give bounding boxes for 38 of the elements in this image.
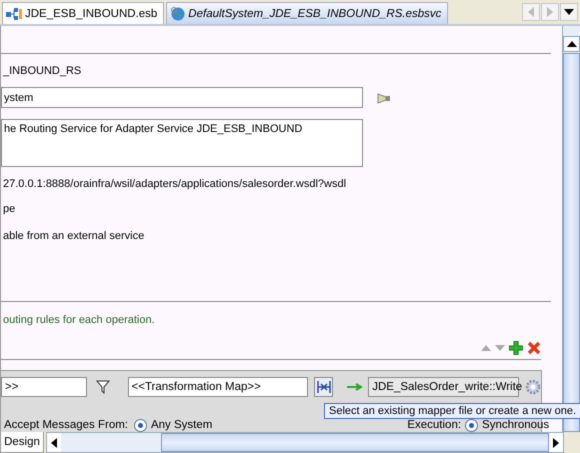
- accept-label: Accept Messages From:: [4, 419, 128, 432]
- radio-label: Synchronous: [482, 419, 550, 432]
- editor-tab[interactable]: DefaultSystem_JDE_ESB_INBOUND_RS.esbsvc: [166, 2, 448, 24]
- filter-icon[interactable]: [96, 380, 110, 394]
- execution-label: Execution:: [407, 419, 462, 432]
- gear-icon[interactable]: [525, 378, 541, 395]
- target-field[interactable]: JDE_SalesOrder_write::Write: [368, 376, 520, 397]
- move-down-icon[interactable]: [495, 343, 505, 354]
- editor-tab[interactable]: JDE_ESB_INBOUND.esb: [2, 2, 164, 24]
- caret-up-icon[interactable]: [566, 39, 576, 49]
- tooltip: Select an existing mapper file or create a new one.: [324, 403, 580, 419]
- radio-label: Any System: [150, 419, 212, 432]
- design-tab[interactable]: Design: [0, 432, 44, 453]
- routing-hint: outing rules for each operation.: [2, 313, 156, 328]
- move-up-icon[interactable]: [481, 343, 491, 354]
- system-field[interactable]: ystem: [1, 87, 363, 108]
- description-field[interactable]: he Routing Service for Adapter Service JDE_ESB_INBOUND: [1, 118, 363, 167]
- port-type: pe: [2, 202, 16, 216]
- filter-field[interactable]: >>: [1, 376, 87, 397]
- arrow-right-icon[interactable]: [551, 438, 561, 448]
- radio-button[interactable]: [465, 418, 478, 432]
- horizontal-scrollbar[interactable]: [46, 432, 564, 453]
- wsdl-url: 27.0.0.1:8888/orainfra/wsil/adapters/applications/salesorder.wsdl?wsdl: [2, 177, 348, 192]
- globe-icon: [170, 6, 186, 21]
- mapper-button[interactable]: [314, 376, 334, 397]
- invocable-text: able from an external service: [2, 229, 146, 244]
- caret-down-icon[interactable]: [564, 7, 574, 17]
- flashlight-icon[interactable]: [377, 92, 391, 104]
- plus-icon[interactable]: [509, 341, 523, 356]
- arrow-left-icon[interactable]: [49, 438, 59, 448]
- transformation-field[interactable]: <<Transformation Map>>: [128, 376, 308, 397]
- arrow-icon: [347, 382, 364, 391]
- service-name: _INBOUND_RS: [2, 64, 82, 79]
- diagram-icon: [6, 6, 22, 20]
- mapper-icon: [316, 380, 331, 394]
- delete-icon[interactable]: [527, 341, 541, 356]
- dropdown-button[interactable]: [560, 3, 578, 21]
- radio-button[interactable]: [134, 418, 147, 432]
